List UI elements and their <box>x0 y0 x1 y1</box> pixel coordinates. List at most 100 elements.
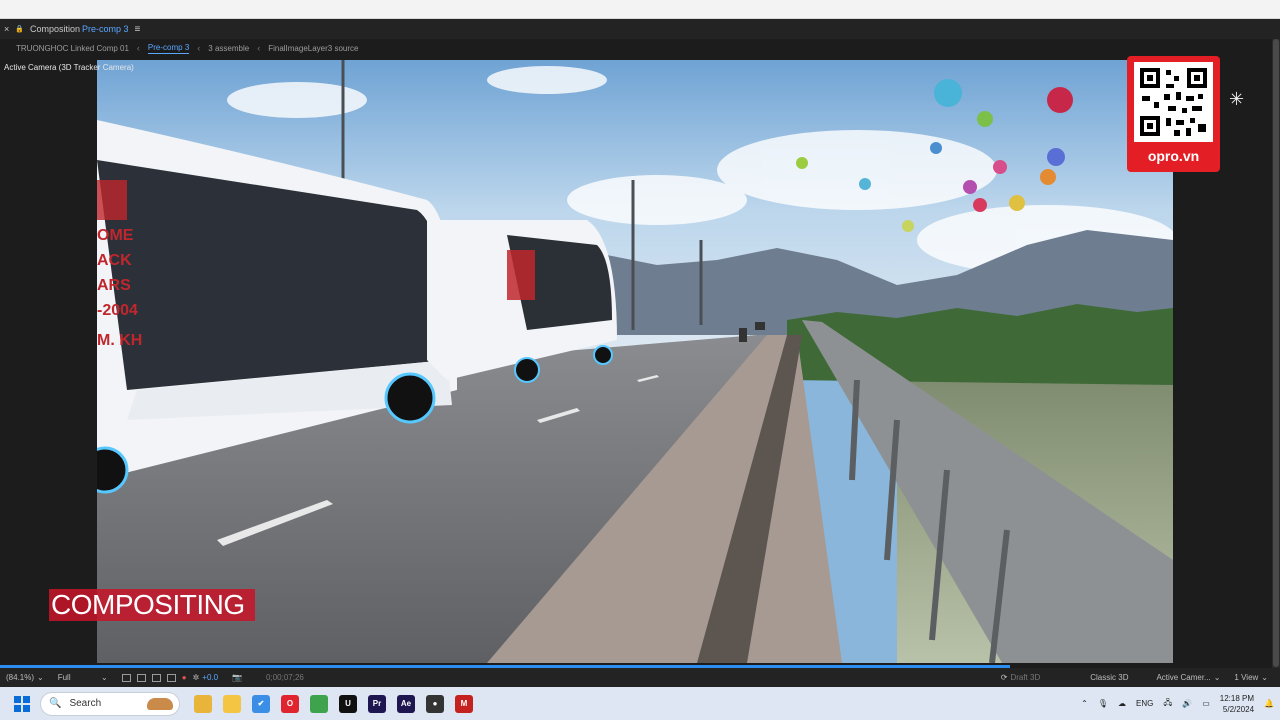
renderer-select[interactable]: Classic 3D <box>1090 673 1128 682</box>
breadcrumb-item-pre-comp[interactable]: Pre-comp 3 <box>147 43 190 54</box>
camera-view-select[interactable]: Active Camer... ⌄ <box>1156 673 1220 682</box>
camera-view-value: Active Camer... <box>1156 673 1211 682</box>
obs-icon[interactable]: ● <box>426 694 444 713</box>
premiere-icon-glyph: Pr <box>372 699 382 708</box>
windows-taskbar: 🔍 Search ✔ O U Pr Ae ● M ⌃ 🎙 ☁ ENG 🖧 🔊 ▭ 12:18… <box>0 687 1280 720</box>
svg-text:ARS: ARS <box>97 277 131 294</box>
exposure-value: +0.0 <box>202 673 219 682</box>
battery-icon[interactable]: ▭ <box>1202 699 1210 708</box>
guides-button[interactable] <box>166 673 176 682</box>
region-of-interest-button[interactable] <box>121 673 131 682</box>
composition-panel-header: × 🔒 Composition Pre-comp 3 ≡ <box>0 19 1280 39</box>
channel-button[interactable]: ● <box>182 673 187 682</box>
renderer-value: Classic 3D <box>1090 673 1129 682</box>
chevron-down-icon: ⌄ <box>1261 673 1268 682</box>
volume-icon[interactable]: 🔊 <box>1182 699 1192 708</box>
svg-text:OME: OME <box>97 227 134 244</box>
exposure-control[interactable]: ✲ +0.0 <box>193 673 219 682</box>
draft-3d-toggle[interactable]: ⟳ Draft 3D <box>1001 673 1041 682</box>
snapshot-button[interactable]: 📷 <box>232 673 242 682</box>
system-tray: ⌃ 🎙 ☁ ENG 🖧 🔊 ▭ 12:18 PM 5/2/2024 🔔 <box>1081 687 1274 720</box>
search-placeholder: Search <box>69 698 102 709</box>
microphone-icon[interactable]: 🎙 <box>1098 699 1108 708</box>
taskbar-search[interactable]: 🔍 Search <box>40 691 180 716</box>
breadcrumb-item-assemble[interactable]: 3 assemble <box>208 44 249 53</box>
clock[interactable]: 12:18 PM 5/2/2024 <box>1220 693 1254 715</box>
breadcrumb-item-linked-comp[interactable]: TRUONGHOC Linked Comp 01 <box>16 44 129 53</box>
transparency-grid-button[interactable] <box>136 673 146 682</box>
check-app-icon-glyph: ✔ <box>257 699 265 708</box>
svg-text:M. KH: M. KH <box>97 332 142 349</box>
panel-title-prefix: Composition <box>29 24 81 34</box>
opera-icon-glyph: O <box>286 699 294 708</box>
draft-3d-icon: ⟳ <box>1000 673 1008 682</box>
sparkle-icon: ✳ <box>1229 89 1245 109</box>
compositing-caption: COMPOSITING <box>49 589 255 621</box>
unreal-icon-glyph: U <box>345 699 351 708</box>
windows-start-icon[interactable] <box>14 695 30 712</box>
cloud-icon[interactable]: ☁ <box>1118 699 1126 708</box>
after-effects-window: × 🔒 Composition Pre-comp 3 ≡ TRUONGHOC L… <box>0 19 1280 687</box>
viewer-toolbar: (84.1%) ⌄ Full ⌄ ● ✲ +0.0 📷 0;00;07;26 ⟳ Dra… <box>0 668 1280 687</box>
view-layout-select[interactable]: 1 View ⌄ <box>1234 673 1268 682</box>
exposure-icon: ✲ <box>192 673 200 682</box>
check-app-icon[interactable]: ✔ <box>252 694 270 713</box>
after-effects-icon[interactable]: Ae <box>397 694 415 713</box>
clock-date: 5/2/2024 <box>1222 704 1255 714</box>
mask-icon <box>151 673 161 682</box>
notification-bell-icon[interactable]: 🔔 <box>1264 699 1274 708</box>
lock-icon[interactable]: 🔒 <box>15 25 24 33</box>
region-icon <box>121 673 131 682</box>
colorful-app-icon[interactable] <box>310 694 328 713</box>
search-icon: 🔍 <box>49 698 62 709</box>
clock-time: 12:18 PM <box>1219 693 1255 703</box>
camera-icon: 📷 <box>232 673 243 682</box>
panel-comp-name[interactable]: Pre-comp 3 <box>82 24 129 34</box>
chrome-icon[interactable] <box>194 694 212 713</box>
vertical-scrollbar[interactable] <box>1272 39 1280 669</box>
chevron-down-icon: ⌄ <box>37 673 44 682</box>
obs-icon-glyph: ● <box>432 699 438 708</box>
chevron-left-icon: ‹ <box>136 43 140 53</box>
chevron-left-icon: ‹ <box>257 43 261 53</box>
composition-viewer[interactable]: OME ACK ARS -2004 M. KH <box>97 60 1173 663</box>
file-explorer-icon[interactable] <box>223 694 241 713</box>
active-camera-label: Active Camera (3D Tracker Camera) <box>4 63 134 72</box>
taskbar-apps: ✔ O U Pr Ae ● M <box>180 694 473 713</box>
guides-icon <box>166 673 176 682</box>
qr-badge-label: opro.vn <box>1147 148 1200 164</box>
close-icon[interactable]: × <box>4 24 9 34</box>
zoom-value: (84.1%) <box>6 673 35 682</box>
unreal-icon[interactable]: U <box>339 694 357 713</box>
svg-text:-2004: -2004 <box>97 302 138 319</box>
comp-breadcrumb: TRUONGHOC Linked Comp 01 ‹ Pre-comp 3 ‹ … <box>0 39 1280 57</box>
zoom-select[interactable]: (84.1%) ⌄ <box>6 673 44 682</box>
scrollbar-thumb[interactable] <box>1273 39 1279 667</box>
search-highlight-icon <box>147 697 173 710</box>
mask-visibility-button[interactable] <box>151 673 161 682</box>
draft-3d-label: Draft 3D <box>1010 673 1041 682</box>
grid-icon <box>136 673 146 682</box>
gmail-icon[interactable]: M <box>455 694 473 713</box>
language-indicator[interactable]: ENG <box>1136 699 1153 708</box>
gmail-icon-glyph: M <box>460 699 468 708</box>
view-layout-value: 1 View <box>1234 673 1259 682</box>
breadcrumb-item-final-image[interactable]: FinalImageLayer3 source <box>268 44 358 53</box>
after-effects-icon-glyph: Ae <box>400 699 412 708</box>
resolution-value: Full <box>57 673 71 682</box>
qr-code-badge: opro.vn <box>1127 56 1220 172</box>
chevron-down-icon: ⌄ <box>1213 673 1221 682</box>
resolution-select[interactable]: Full ⌄ <box>58 673 108 682</box>
color-channel-icon: ● <box>181 673 187 682</box>
panel-menu-icon[interactable]: ≡ <box>135 24 141 35</box>
chevron-up-icon[interactable]: ⌃ <box>1081 699 1088 708</box>
network-icon[interactable]: 🖧 <box>1163 697 1172 711</box>
premiere-icon[interactable]: Pr <box>368 694 386 713</box>
chevron-down-icon: ⌄ <box>101 673 108 682</box>
svg-text:ACK: ACK <box>97 252 132 269</box>
qr-code-icon <box>1134 62 1213 142</box>
opera-icon[interactable]: O <box>281 694 299 713</box>
chevron-left-icon: ‹ <box>197 43 201 53</box>
current-time[interactable]: 0;00;07;26 <box>266 673 304 682</box>
viewer-scene: OME ACK ARS -2004 M. KH <box>97 60 1173 663</box>
